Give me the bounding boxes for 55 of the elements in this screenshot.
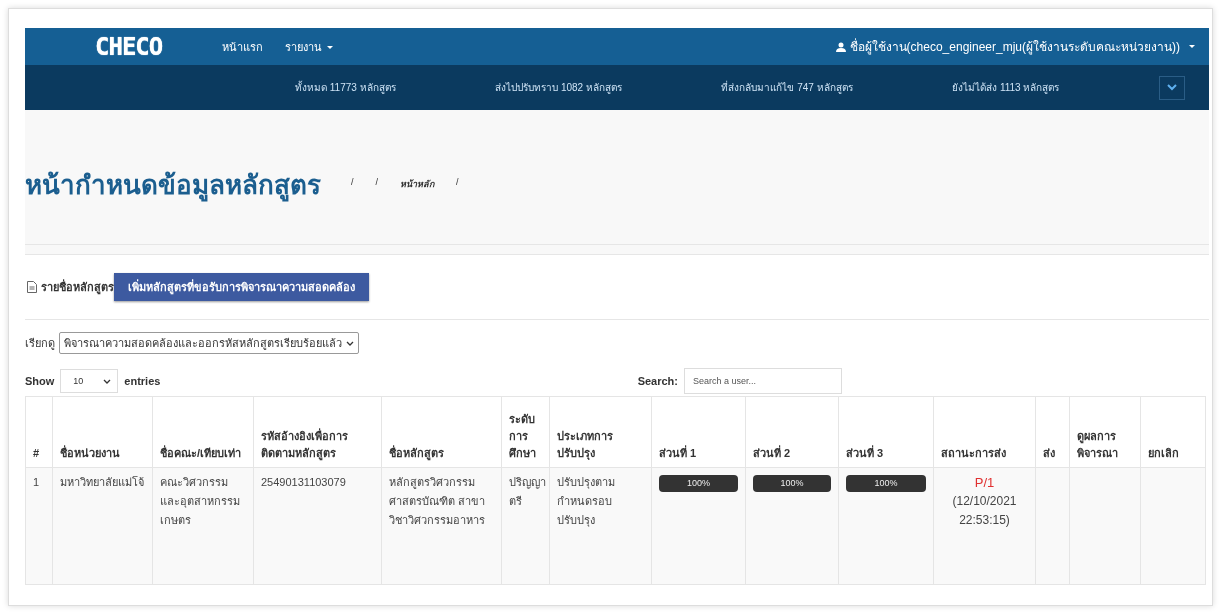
breadcrumb-separator: / [456,177,459,189]
toggle-button[interactable] [1158,75,1185,100]
stat-text: ทั้งหมด 11773 หลักสูตร [295,80,396,95]
stat-text: ส่งไปปรับทราบ 1082 หลักสูตร [495,81,622,95]
chevron-down-icon [103,378,112,384]
progress-fill: 100% [753,475,831,492]
entries-dropdown[interactable]: 10 [60,369,119,393]
table-header-cell[interactable]: สถานะการส่ง [933,396,1036,468]
filter-label: เรียกดู [25,336,55,352]
user-menu[interactable]: ชื่อผู้ใช้งาน(checo_engineer_mju(ผู้ใช้งานระดับคณะหน่วยงาน)) [835,37,1195,56]
table-cell: 25490131103079 [253,467,382,585]
chevron-down-icon [1166,84,1177,91]
table-cell: คณะวิศวกรรมและอุตสาหกรรมเกษตร [152,467,254,585]
nav-link[interactable]: หน้าแรก [222,37,264,56]
breadcrumb-separator: / [351,177,354,189]
table-header-cell[interactable]: ประเภทการปรับปรุง [549,396,652,468]
table-cell: มหาวิทยาลัยแม่โจ้ [52,467,153,585]
table-header-cell[interactable]: ชื่อคณะ/เทียบเท่า [152,396,254,468]
table-cell: ปรับปรุงตามกำหนดรอบปรับปรุง [549,467,652,585]
table-header-cell[interactable]: ดูผลการพิจารณา [1069,396,1141,468]
add-course-button[interactable]: เพิ่มหลักสูตรที่ขอรับการพิจารณาความสอดคล้อง [114,273,369,301]
status-code: P/1 [973,474,996,492]
stat-text: ที่ส่งกลับมาแก้ไข 747 หลักสูตร [721,80,853,95]
user-icon [835,41,846,52]
table-cell: 1 [25,467,53,585]
table-header-cell[interactable]: ส่ง [1035,396,1070,468]
nav-link[interactable]: รายงาน [285,37,334,56]
table-header-cell[interactable]: ส่วนที่ 3 [838,396,934,468]
entries-label: entries [124,375,161,387]
table-header-cell[interactable]: # [25,396,53,468]
progress-fill: 100% [846,475,926,492]
table-header-cell[interactable]: ยกเลิก [1140,396,1206,468]
page-title: หน้ากำหนดข้อมูลหลักสูตร [25,168,321,204]
status-time: (12/10/2021 22:53:15) [951,493,1018,529]
table-header-cell[interactable]: ชื่อหลักสูตร [381,396,502,468]
logo[interactable]: CHECO [95,32,163,61]
breadcrumb-separator: / [375,177,379,189]
progress-fill: 100% [659,475,738,492]
status-dropdown[interactable]: พิจารณาความสอดคล้องและออกรหัสหลักสูตรเรียบร้อยแล้ว [59,332,359,354]
table-header-cell[interactable]: ชื่อหน่วยงาน [52,396,153,468]
table-header-cell[interactable]: ส่วนที่ 1 [651,396,746,468]
list-label: รายชื่อหลักสูตร [41,278,114,296]
table-header-cell[interactable]: ส่วนที่ 2 [745,396,839,468]
search-label: Search: [637,375,678,387]
chevron-down-icon [346,340,354,346]
table-cell: ปริญญาตรี [501,467,550,585]
show-label: Show [25,375,55,387]
document-icon [27,281,37,293]
search-field[interactable]: Search a user... [684,368,842,394]
stat-text: ยังไม่ได้ส่ง 1113 หลักสูตร [952,81,1060,95]
table-header-cell[interactable]: รหัสอ้างอิงเพื่อการติดตามหลักสูตร [253,396,382,468]
breadcrumb-link[interactable]: หน้าหลัก [400,177,435,191]
table-cell: หลักสูตรวิศวกรรมศาสตรบัณฑิต สาขาวิชาวิศวกรรมอาหาร [381,467,502,585]
table-header-cell[interactable]: ระดับการศึกษา [501,396,550,468]
caret-icon [1189,45,1195,48]
